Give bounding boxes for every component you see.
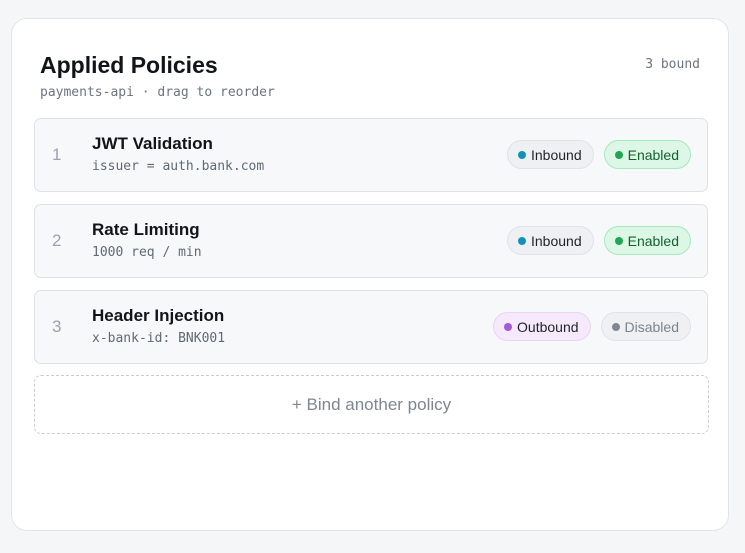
direction-label: Outbound <box>517 318 579 335</box>
bound-count: 3 bound <box>645 57 700 72</box>
inbound-dot-icon <box>518 150 526 159</box>
policy-order: 2 <box>52 231 62 250</box>
policy-detail: issuer = auth.bank.com <box>92 159 265 174</box>
bind-policy-button[interactable]: + Bind another policy <box>34 375 709 434</box>
policy-name: Rate Limiting <box>92 220 200 239</box>
enabled-dot-icon <box>614 236 623 245</box>
policy-detail: x-bank-id: BNK001 <box>92 331 226 346</box>
direction-badge: Inbound <box>507 226 594 255</box>
status-toggle[interactable]: Enabled <box>603 226 691 255</box>
policy-row-jwt-validation[interactable]: 1 JWT Validation issuer = auth.bank.com … <box>34 118 708 192</box>
card-subtitle: payments-api · drag to reorder <box>40 85 275 100</box>
status-label: Enabled <box>627 232 679 249</box>
policy-name: Header Injection <box>92 306 225 325</box>
status-label: Enabled <box>627 146 679 163</box>
applied-policies-card: Applied Policies payments-api · drag to … <box>11 18 729 531</box>
inbound-dot-icon <box>518 236 526 245</box>
direction-label: Inbound <box>531 232 582 249</box>
outbound-dot-icon <box>504 322 513 331</box>
enabled-dot-icon <box>614 150 623 159</box>
status-toggle[interactable]: Disabled <box>600 312 691 341</box>
policy-row-header-injection[interactable]: 3 Header Injection x-bank-id: BNK001 Out… <box>34 290 708 364</box>
policy-badges: Inbound Enabled <box>507 226 691 255</box>
direction-badge: Inbound <box>507 140 594 169</box>
disabled-dot-icon <box>611 322 620 331</box>
policy-order: 1 <box>52 145 62 164</box>
policy-order: 3 <box>52 317 62 336</box>
policy-detail: 1000 req / min <box>92 245 202 260</box>
policy-list: 1 JWT Validation issuer = auth.bank.com … <box>34 118 708 376</box>
policy-badges: Outbound Disabled <box>493 312 691 341</box>
policy-row-rate-limiting[interactable]: 2 Rate Limiting 1000 req / min Inbound E… <box>34 204 708 278</box>
policy-name: JWT Validation <box>92 134 213 153</box>
direction-badge: Outbound <box>493 312 591 341</box>
status-label: Disabled <box>624 318 679 335</box>
status-toggle[interactable]: Enabled <box>603 140 691 169</box>
policy-badges: Inbound Enabled <box>507 140 691 169</box>
card-title: Applied Policies <box>40 52 218 78</box>
direction-label: Inbound <box>531 146 582 163</box>
